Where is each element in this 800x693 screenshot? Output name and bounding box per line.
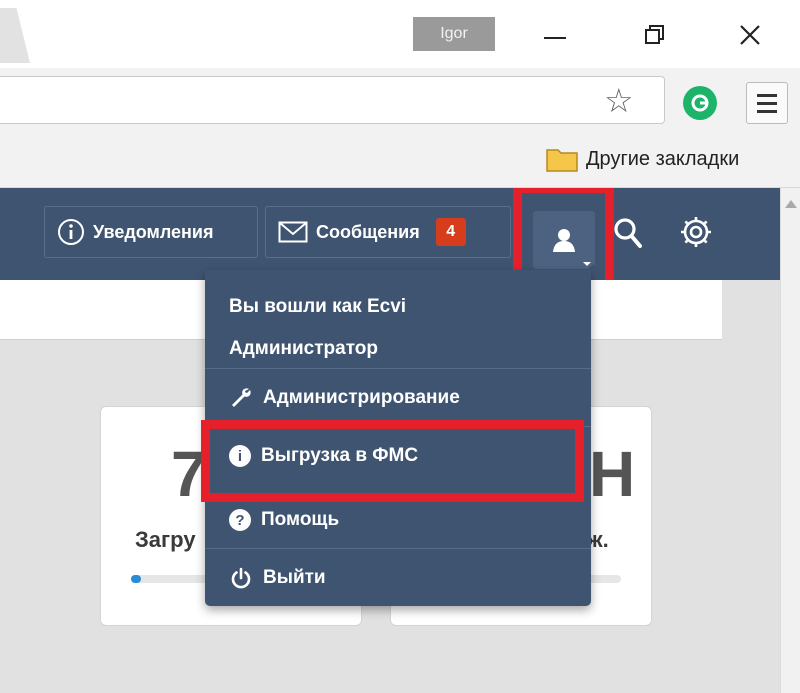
other-bookmarks-folder[interactable]: Другие закладки: [546, 146, 739, 172]
close-icon: [740, 25, 760, 45]
menu-line: [757, 109, 777, 113]
other-bookmarks-label: Другие закладки: [586, 147, 740, 170]
minimize-icon: [544, 37, 566, 39]
messages-label: Сообщения: [316, 221, 420, 242]
stat-value: Н: [589, 438, 636, 510]
power-icon: [231, 567, 251, 589]
messages-count-badge: 4: [435, 218, 466, 246]
menu-item-logout[interactable]: Выйти: [229, 558, 569, 598]
browser-titlebar: Igor: [0, 0, 800, 68]
folder-icon: [546, 149, 578, 172]
browser-menu-button[interactable]: [746, 82, 788, 124]
toolbar: ☆: [0, 68, 800, 130]
dropdown-divider: [205, 368, 591, 369]
bookmark-star-icon[interactable]: ☆: [604, 84, 634, 118]
browser-tab[interactable]: [0, 8, 30, 63]
logged-in-as-text: Вы вошли как Ecvi: [229, 296, 407, 317]
wrench-icon: [232, 388, 251, 407]
notifications-label: Уведомления: [93, 221, 214, 242]
menu-item-label: Выйти: [263, 567, 326, 588]
menu-item-label: Администрирование: [263, 387, 460, 408]
extension-icon[interactable]: [683, 86, 717, 120]
menu-line: [757, 101, 777, 105]
menu-item-help[interactable]: ? Помощь: [229, 500, 569, 540]
extension-glyph-icon: [691, 94, 709, 112]
address-bar[interactable]: ☆: [0, 76, 665, 124]
messages-button[interactable]: Сообщения 4: [265, 206, 511, 258]
user-icon: [552, 229, 575, 252]
close-button[interactable]: [720, 12, 780, 58]
search-icon[interactable]: [612, 216, 644, 250]
scroll-up-arrow-icon[interactable]: [785, 200, 797, 208]
user-button-face: [532, 211, 595, 269]
menu-item-administration[interactable]: Администрирование: [229, 378, 569, 418]
restore-icon: [645, 25, 664, 44]
envelope-icon: [278, 221, 308, 243]
restore-button[interactable]: [625, 12, 685, 58]
dropdown-divider: [205, 548, 591, 549]
menu-line: [757, 93, 777, 97]
stat-progress-fill: [131, 575, 141, 583]
profile-badge[interactable]: Igor: [413, 17, 495, 51]
gear-icon[interactable]: [678, 214, 714, 250]
dropdown-user-info: Вы вошли как Ecvi Администратор: [229, 286, 569, 370]
notifications-button[interactable]: Уведомления: [44, 206, 258, 258]
minimize-button[interactable]: [525, 12, 585, 58]
question-icon: ?: [229, 509, 251, 531]
app-navbar: Уведомления Сообщения 4: [0, 188, 780, 296]
user-role-text: Администратор: [229, 338, 378, 359]
info-circle-icon: [58, 219, 84, 245]
highlight-frame: [201, 420, 584, 502]
vertical-scrollbar[interactable]: [780, 188, 800, 693]
menu-item-label: Помощь: [261, 509, 340, 530]
bookmarks-bar: Другие закладки: [0, 130, 800, 188]
stat-label: Загру: [135, 527, 196, 552]
